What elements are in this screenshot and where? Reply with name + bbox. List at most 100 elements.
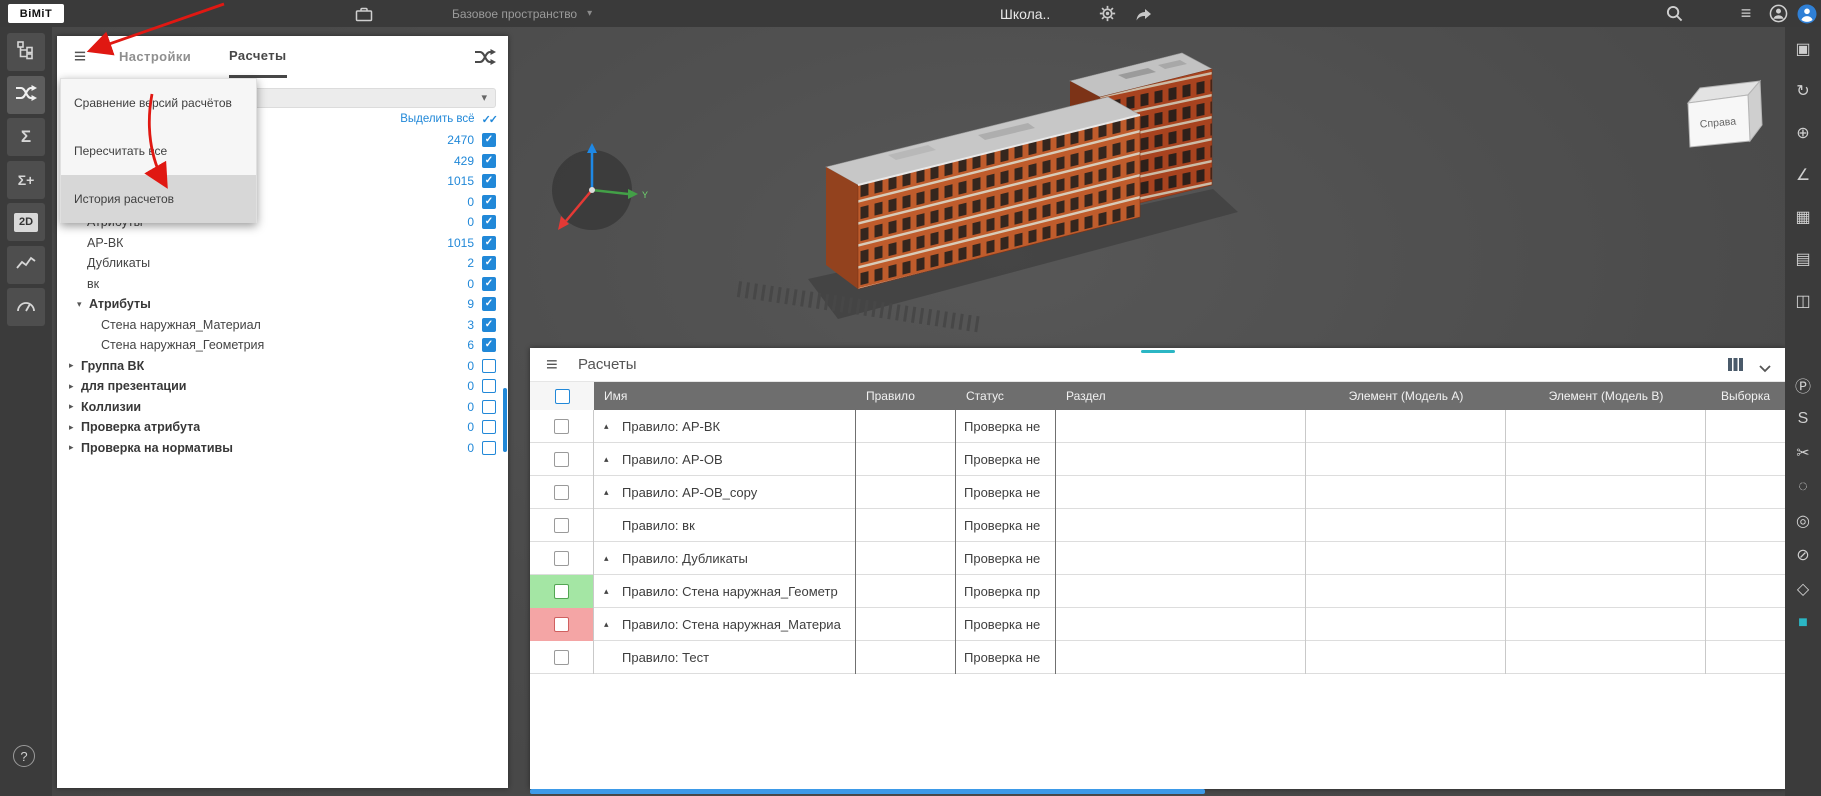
tree-item[interactable]: вк 0 ✓: [57, 274, 508, 295]
tree-item-checkbox[interactable]: ✓: [482, 297, 496, 312]
expand-row-icon[interactable]: ▴: [604, 454, 622, 465]
tree-group[interactable]: ▸ Коллизии 0: [57, 397, 508, 418]
tree-item-checkbox[interactable]: ✓: [482, 276, 496, 291]
row-checkbox[interactable]: [554, 452, 569, 467]
collapse-panel-icon[interactable]: [1759, 360, 1771, 378]
tree-item[interactable]: Дубликаты 2 ✓: [57, 253, 508, 274]
row-checkbox[interactable]: [554, 617, 569, 632]
col-header-selection[interactable]: Выборка: [1706, 382, 1785, 410]
col-header-name[interactable]: Имя: [594, 382, 856, 410]
tree-item-checkbox[interactable]: ✓: [482, 215, 496, 230]
grid-tool[interactable]: ▦: [1790, 204, 1816, 230]
tree-item-checkbox[interactable]: ✓: [482, 256, 496, 271]
collapse-icon[interactable]: ▾: [77, 299, 89, 310]
model-compare-tool[interactable]: [7, 76, 45, 114]
expand-row-icon[interactable]: ▴: [604, 553, 622, 564]
tree-item-checkbox[interactable]: ✓: [482, 174, 496, 189]
split-view-tool[interactable]: ◫: [1790, 288, 1816, 314]
help-button[interactable]: ?: [13, 745, 35, 767]
gauge-tool[interactable]: [7, 288, 45, 326]
table-row-passed[interactable]: ▴ Правило: Стена наружная_Геометр Проверк…: [530, 575, 1785, 608]
selection-tool[interactable]: S: [1790, 406, 1816, 432]
layers-tool[interactable]: ▤: [1790, 246, 1816, 272]
properties-tool[interactable]: Ⓟ: [1790, 372, 1816, 398]
select-all-checkbox[interactable]: [554, 388, 570, 404]
tree-item-checkbox[interactable]: ✓: [482, 338, 496, 353]
tree-item-checkbox[interactable]: ✓: [482, 317, 496, 332]
measure-tool[interactable]: ∠: [1790, 162, 1816, 188]
col-header-status[interactable]: Статус: [956, 382, 1056, 410]
gear-icon[interactable]: [1095, 0, 1119, 27]
row-checkbox[interactable]: [554, 485, 569, 500]
briefcase-icon[interactable]: [352, 0, 376, 27]
col-header-section[interactable]: Раздел: [1056, 382, 1306, 410]
viewpoint-tool[interactable]: ▣: [1790, 36, 1816, 62]
rotate-tool[interactable]: ↻: [1790, 78, 1816, 104]
two-d-tool[interactable]: 2D: [7, 203, 45, 241]
model-tree-tool[interactable]: [7, 33, 45, 71]
share-icon[interactable]: [1132, 0, 1156, 27]
expand-icon[interactable]: ▸: [69, 381, 81, 392]
tree-item[interactable]: Стена наружная_Геометрия 6 ✓: [57, 335, 508, 356]
select-all[interactable]: Выделить всё ✓✓: [400, 110, 498, 128]
expand-icon[interactable]: ▸: [69, 422, 81, 433]
columns-icon[interactable]: [1728, 358, 1743, 376]
expand-row-icon[interactable]: ▴: [604, 619, 622, 630]
tree-item-checkbox[interactable]: ✓: [482, 133, 496, 148]
menu-item-recalculate-all[interactable]: Пересчитать все: [61, 127, 256, 175]
viewport-3d-scene[interactable]: Y Справа: [508, 27, 1785, 348]
workspace-selector[interactable]: Базовое пространство ▾: [452, 0, 592, 27]
tree-item-checkbox[interactable]: [482, 420, 496, 435]
search-icon[interactable]: [1662, 0, 1686, 27]
table-row-failed[interactable]: ▴ Правило: Стена наружная_Материа Проверк…: [530, 608, 1785, 641]
tree-item-checkbox[interactable]: [482, 358, 496, 373]
table-menu-button[interactable]: ≡: [546, 354, 558, 377]
row-checkbox[interactable]: [554, 650, 569, 665]
horizontal-scrollbar-thumb[interactable]: [530, 789, 1205, 794]
tree-item-checkbox[interactable]: ✓: [482, 194, 496, 209]
tree-item[interactable]: АР-ВК 1015 ✓: [57, 233, 508, 254]
list-menu-icon[interactable]: ≡: [1734, 0, 1758, 27]
compare-shuffle-icon[interactable]: [474, 49, 496, 70]
tree-item-checkbox[interactable]: [482, 399, 496, 414]
tree-group[interactable]: ▾ Атрибуты 9 ✓: [57, 294, 508, 315]
sum-add-tool[interactable]: Σ+: [7, 161, 45, 199]
panel-scrollbar-thumb[interactable]: [503, 388, 507, 452]
chart-tool[interactable]: [7, 246, 45, 284]
row-checkbox[interactable]: [554, 518, 569, 533]
tab-calculations[interactable]: Расчеты: [229, 36, 287, 78]
tree-item[interactable]: Стена наружная_Материал 3 ✓: [57, 315, 508, 336]
table-row[interactable]: ▴ Правило: АР-ВК Проверка не: [530, 410, 1785, 443]
menu-item-compare-versions[interactable]: Сравнение версий расчётов: [61, 79, 256, 127]
expand-row-icon[interactable]: ▴: [604, 586, 622, 597]
tree-group[interactable]: ▸ Группа ВК 0: [57, 356, 508, 377]
user-avatar[interactable]: [1796, 0, 1818, 27]
tab-settings[interactable]: Настройки: [119, 36, 191, 78]
account-icon[interactable]: [1766, 0, 1790, 27]
expand-icon[interactable]: ▸: [69, 360, 81, 371]
table-row[interactable]: Правило: Тест Проверка не: [530, 641, 1785, 674]
table-row[interactable]: Правило: вк Проверка не: [530, 509, 1785, 542]
expand-row-icon[interactable]: ▴: [604, 421, 622, 432]
table-row[interactable]: ▴ Правило: АР-ОВ_copy Проверка не: [530, 476, 1785, 509]
nav-cube[interactable]: Справа: [1686, 79, 1763, 148]
tree-item-checkbox[interactable]: ✓: [482, 235, 496, 250]
table-row[interactable]: ▴ Правило: АР-ОВ Проверка не: [530, 443, 1785, 476]
expand-icon[interactable]: ▸: [69, 401, 81, 412]
tree-item-checkbox[interactable]: [482, 379, 496, 394]
expand-icon[interactable]: ▸: [69, 442, 81, 453]
table-row[interactable]: ▴ Правило: Дубликаты Проверка не: [530, 542, 1785, 575]
tree-group[interactable]: ▸ Проверка на нормативы 0: [57, 438, 508, 459]
expand-row-icon[interactable]: ▴: [604, 487, 622, 498]
app-logo[interactable]: BiMiT: [8, 4, 64, 23]
sum-tool[interactable]: Σ: [7, 118, 45, 156]
isolate-tool[interactable]: ◇: [1790, 576, 1816, 602]
tree-item-checkbox[interactable]: [482, 440, 496, 455]
panel-menu-button[interactable]: ≡: [67, 44, 93, 70]
tree-group[interactable]: ▸ для презентации 0: [57, 376, 508, 397]
menu-item-calculation-history[interactable]: История расчетов: [61, 175, 256, 223]
axis-gizmo[interactable]: Y: [552, 143, 648, 230]
row-checkbox[interactable]: [554, 584, 569, 599]
col-header-rule[interactable]: Правило: [856, 382, 956, 410]
tree-item-checkbox[interactable]: ✓: [482, 153, 496, 168]
